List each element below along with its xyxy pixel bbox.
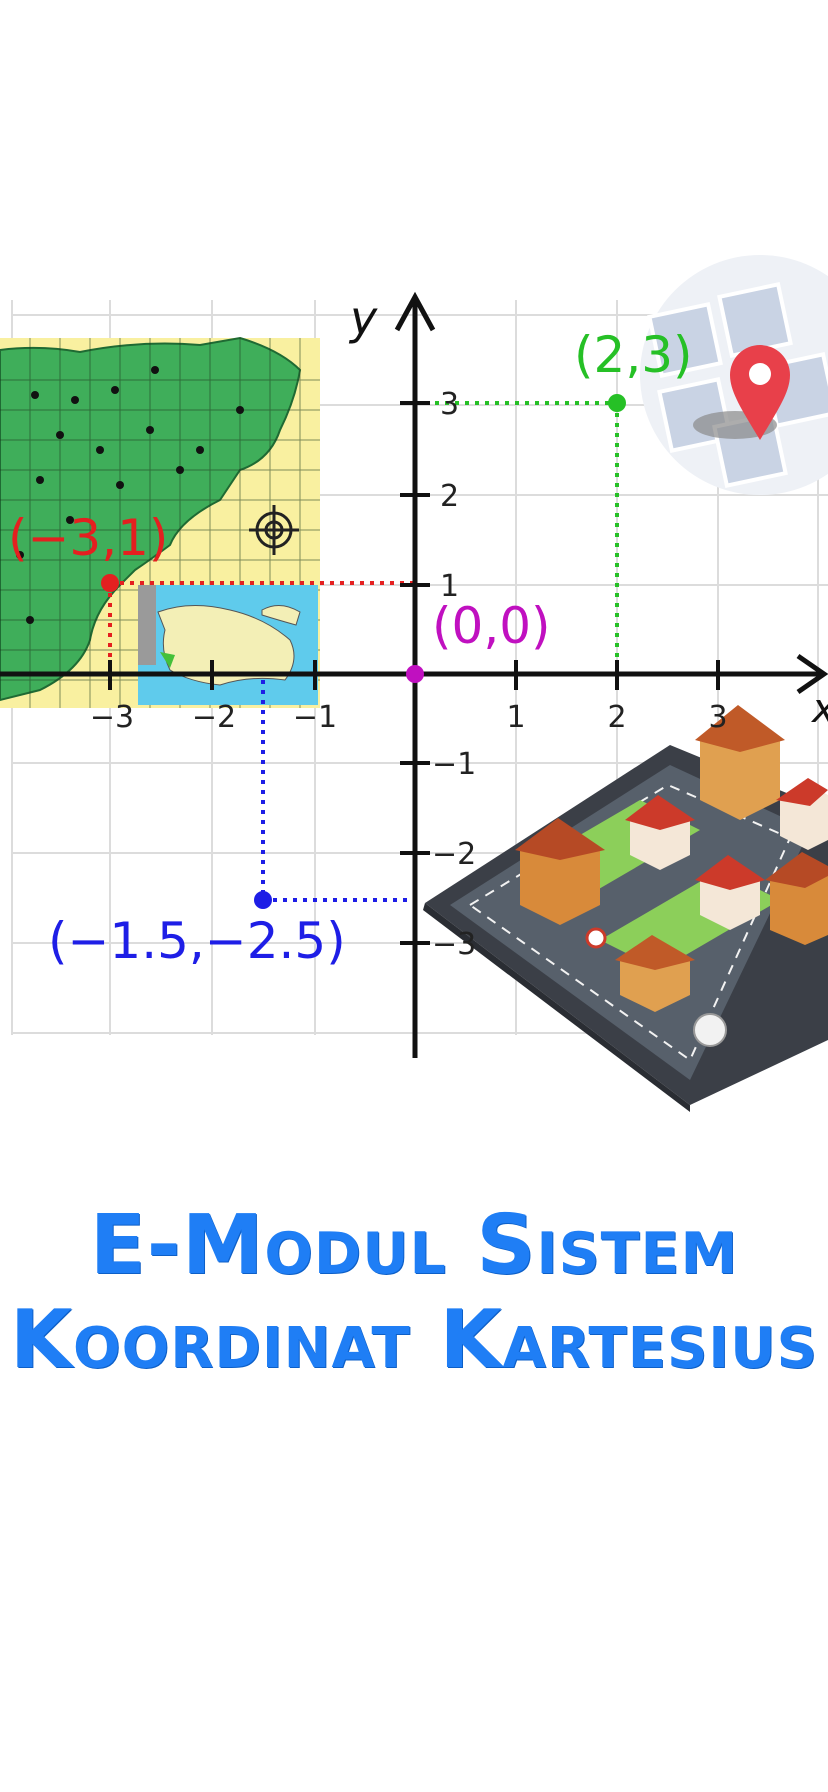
point-label: (2,3) xyxy=(574,326,693,384)
point-marker xyxy=(101,574,119,592)
x-tick-label: 2 xyxy=(607,700,626,735)
y-tick-label: 3 xyxy=(440,387,459,422)
city-block-image xyxy=(423,705,828,1112)
point-marker xyxy=(406,665,424,683)
x-tick-label: 1 xyxy=(506,700,525,735)
y-tick-label: −1 xyxy=(432,747,476,782)
y-tick-label: −2 xyxy=(432,837,476,872)
y-axis-label: y xyxy=(348,291,378,345)
y-tick-label: −3 xyxy=(432,927,476,962)
point-marker xyxy=(608,394,626,412)
hero-illustration: y x −3 −2 −1 1 2 3 3 2 1 −1 −2 −3 xyxy=(0,0,828,1150)
x-axis-label: x xyxy=(810,686,828,732)
y-tick-label: 2 xyxy=(440,479,459,514)
point-label: (0,0) xyxy=(432,597,551,655)
splash-screen: y x −3 −2 −1 1 2 3 3 2 1 −1 −2 −3 xyxy=(0,0,828,1792)
x-tick-label: −3 xyxy=(90,700,134,735)
x-tick-label: −2 xyxy=(192,700,236,735)
x-tick-label: 3 xyxy=(708,700,727,735)
point-label: (−3,1) xyxy=(8,509,168,567)
app-title-line-1: E-Modul Sistem xyxy=(89,1198,739,1293)
point-label: (−1.5,−2.5) xyxy=(48,912,346,970)
x-tick-label: −1 xyxy=(293,700,337,735)
app-title-line-2: Koordinat Kartesius xyxy=(10,1293,818,1386)
point-marker xyxy=(254,891,272,909)
